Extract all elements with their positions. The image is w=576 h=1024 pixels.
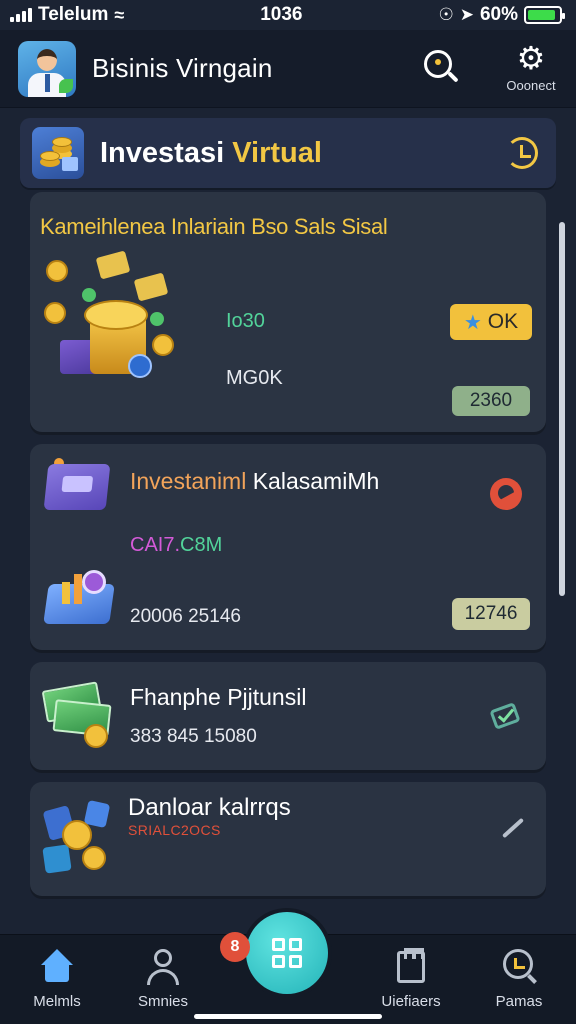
chart-platform-icon [42, 564, 118, 624]
voucher-icon [40, 458, 116, 518]
card-title: Investaniml KalasamiMh [130, 468, 379, 495]
app-header: Bisinis Virngain ⚙ Ooonect [0, 30, 576, 108]
notification-badge: 8 [220, 932, 250, 962]
card-metric-secondary: MG0K [226, 367, 283, 389]
search-button[interactable] [420, 46, 460, 86]
investment-card-featured[interactable]: Kameihlenea Inlariain Bso Sals Sisal Io3… [30, 192, 546, 432]
scrollbar[interactable] [559, 222, 565, 596]
ok-label: OK [487, 310, 519, 333]
investment-card-download[interactable]: Danloar kalrrqs SRIALC2OCS [30, 782, 546, 896]
coins-documents-icon [40, 798, 114, 874]
percent-badge: 2360 [452, 386, 530, 416]
section-title-main: Investasi [100, 136, 225, 169]
section-header: Investasi Virtual [20, 118, 556, 188]
investment-card-calculation[interactable]: Investaniml KalasamiMh CAI7.C8M 20006 25… [30, 444, 546, 650]
nav-item-home[interactable]: Melmls [12, 949, 102, 1010]
nav-label-files: Uiefiaers [381, 993, 441, 1010]
rotation-lock-icon: ☉ [438, 5, 454, 24]
battery-fill [528, 10, 555, 20]
investment-card-cash[interactable]: Fhanphe Pjjtunsil 383 845 15080 [30, 662, 546, 770]
carrier-name: Telelum [38, 4, 109, 25]
status-right: ☉ ➤ 60% [438, 4, 565, 26]
nav-label-reports: Pamas [495, 993, 543, 1010]
card-title-part-2: KalasamiMh [252, 468, 380, 494]
scan-fab-button[interactable] [246, 912, 328, 994]
coin-stack-icon [32, 127, 84, 179]
card-title: Danloar kalrrqs [128, 794, 291, 821]
status-left: Telelum ≈ [10, 4, 124, 26]
section-title-accent: Virtual [232, 136, 322, 169]
settings-button[interactable]: ⚙ Ooonect [496, 40, 566, 100]
alert-icon[interactable] [490, 478, 522, 510]
percent-badge: 12746 [452, 598, 530, 630]
card-code-part-2: C8M [180, 534, 223, 556]
card-code: CAI7.C8M [130, 534, 222, 557]
card-metric-primary: Io30 [226, 310, 265, 332]
wifi-icon: ≈ [114, 4, 125, 25]
pencil-icon[interactable] [502, 817, 524, 839]
status-bar: Telelum ≈ 1036 ☉ ➤ 60% [0, 0, 576, 30]
nav-label-home: Melmls [33, 993, 81, 1010]
section-title: Investasi Virtual [100, 137, 322, 170]
star-icon: ★ [463, 311, 482, 334]
card-title: Fhanphe Pjjtunsil [130, 684, 307, 710]
nav-item-users[interactable]: Smnies [118, 949, 208, 1010]
card-subtitle: SRIALC2OCS [128, 822, 221, 838]
qr-grid-icon [272, 938, 302, 968]
user-icon [143, 949, 183, 985]
gear-icon: ⚙ [516, 40, 546, 76]
cash-bundle-icon [40, 680, 114, 752]
nav-item-reports[interactable]: Pamas [474, 949, 564, 1010]
card-numbers: 383 845 15080 [130, 726, 257, 747]
card-numbers: 20006 25146 [130, 606, 241, 627]
folder-icon [391, 948, 431, 985]
nav-label-users: Smnies [137, 993, 189, 1010]
battery-percent: 60% [479, 4, 518, 25]
ok-button[interactable]: ★ OK [450, 304, 532, 340]
card-kicker: Kameihlenea Inlariain Bso Sals Sisal [40, 214, 388, 239]
home-indicator[interactable] [194, 1014, 382, 1019]
signal-icon [10, 8, 32, 22]
battery-icon [524, 6, 565, 24]
card-code-part-1: CAI7. [130, 534, 181, 556]
app-title: Bisinis Virngain [92, 53, 273, 83]
avatar[interactable] [18, 40, 76, 97]
card-title-part-1: Investaniml [130, 468, 247, 494]
analytics-search-icon [499, 949, 539, 985]
home-icon [37, 949, 77, 985]
settings-label: Ooonect [506, 78, 556, 93]
nav-item-files[interactable]: Uiefiaers [366, 948, 456, 1010]
location-icon: ➤ [459, 5, 474, 24]
treasure-coins-icon [40, 250, 190, 394]
history-icon[interactable] [506, 137, 538, 169]
status-time: 1036 [260, 4, 303, 25]
tag-check-icon[interactable] [489, 700, 524, 732]
